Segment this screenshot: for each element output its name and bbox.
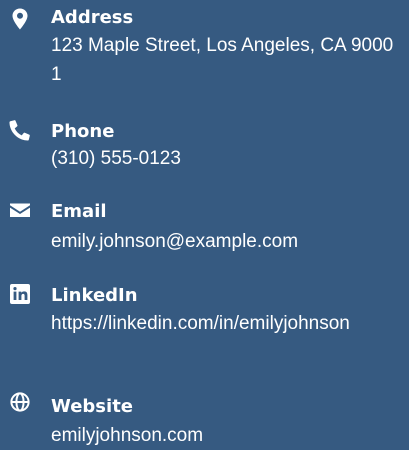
email-label: Email: [51, 201, 107, 222]
phone-value[interactable]: (310) 555-0123: [51, 144, 401, 173]
address-label: Address: [51, 7, 134, 28]
phone-label: Phone: [51, 121, 115, 142]
website-value[interactable]: emilyjohnson.com: [51, 421, 401, 450]
email-value[interactable]: emily.johnson@example.com: [51, 227, 401, 256]
website-label: Website: [51, 396, 134, 417]
address-value: 123 Maple Street, Los Angeles, CA 90001: [51, 35, 394, 85]
linkedin-icon: [8, 282, 32, 306]
phone-icon: [8, 118, 32, 142]
map-marker-icon: [8, 7, 32, 31]
linkedin-label: LinkedIn: [51, 285, 138, 306]
linkedin-value[interactable]: https://linkedin.com/in/emilyjohnson: [51, 309, 401, 338]
globe-icon: [8, 390, 32, 414]
envelope-icon: [8, 198, 32, 222]
